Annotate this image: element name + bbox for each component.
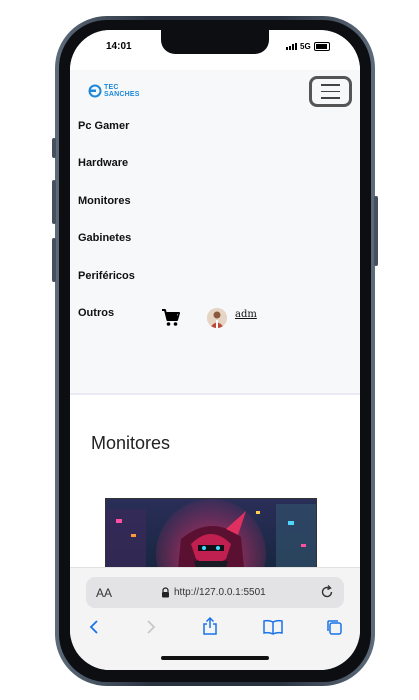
share-icon[interactable]	[202, 617, 218, 635]
status-indicators: 5G	[286, 42, 330, 51]
nav-link-hardware[interactable]: Hardware	[78, 157, 128, 169]
status-bar: 14:01 5G	[70, 30, 360, 70]
nav-link-perifericos[interactable]: Periféricos	[78, 270, 135, 282]
reload-icon[interactable]	[319, 584, 335, 600]
home-indicator[interactable]	[161, 656, 269, 660]
forward-icon[interactable]	[144, 619, 158, 635]
section-title: Monitores	[91, 433, 171, 453]
cart-icon[interactable]	[161, 308, 181, 328]
logo-line-2: SANCHES	[104, 91, 140, 98]
browser-chrome: AA http://127.0.0.1:5501	[70, 567, 360, 670]
navbar: TEC SANCHES Pc Gamer Hardware Monitores …	[70, 70, 360, 395]
bookmarks-icon[interactable]	[263, 619, 283, 635]
nav-link-monitores[interactable]: Monitores	[78, 195, 131, 207]
lock-icon	[162, 587, 169, 598]
logo-icon	[88, 84, 102, 98]
back-icon[interactable]	[87, 619, 101, 635]
battery-icon	[313, 42, 330, 51]
logo-line-1: TEC	[104, 84, 119, 91]
tabs-icon[interactable]	[326, 619, 343, 636]
volume-down-button	[52, 238, 56, 282]
user-link[interactable]: adm	[235, 309, 257, 320]
nav-link-pc-gamer[interactable]: Pc Gamer	[78, 120, 129, 132]
nav-link-gabinetes[interactable]: Gabinetes	[78, 232, 131, 244]
phone-screen: 14:01 5G TEC SANCHES Pc Gamer Hardware M…	[70, 30, 360, 670]
signal-icon	[286, 43, 297, 50]
user-avatar-icon	[207, 308, 227, 328]
dynamic-notch	[161, 30, 269, 54]
power-button	[374, 196, 378, 266]
hamburger-icon-line	[321, 97, 340, 99]
mute-switch	[52, 138, 56, 158]
logo-text: TEC SANCHES	[104, 84, 140, 98]
reader-aa-button[interactable]: AA	[96, 586, 112, 600]
hamburger-icon	[321, 84, 340, 86]
network-label: 5G	[300, 42, 311, 51]
menu-toggle-button[interactable]	[309, 76, 352, 107]
address-bar[interactable]: AA http://127.0.0.1:5501	[86, 577, 344, 608]
hamburger-icon-line	[321, 90, 340, 93]
avatar[interactable]	[207, 308, 227, 328]
volume-up-button	[52, 180, 56, 224]
status-time: 14:01	[106, 41, 132, 52]
url-text[interactable]: http://127.0.0.1:5501	[174, 587, 266, 598]
nav-link-outros[interactable]: Outros	[78, 307, 114, 319]
brand-logo[interactable]: TEC SANCHES	[88, 84, 140, 98]
